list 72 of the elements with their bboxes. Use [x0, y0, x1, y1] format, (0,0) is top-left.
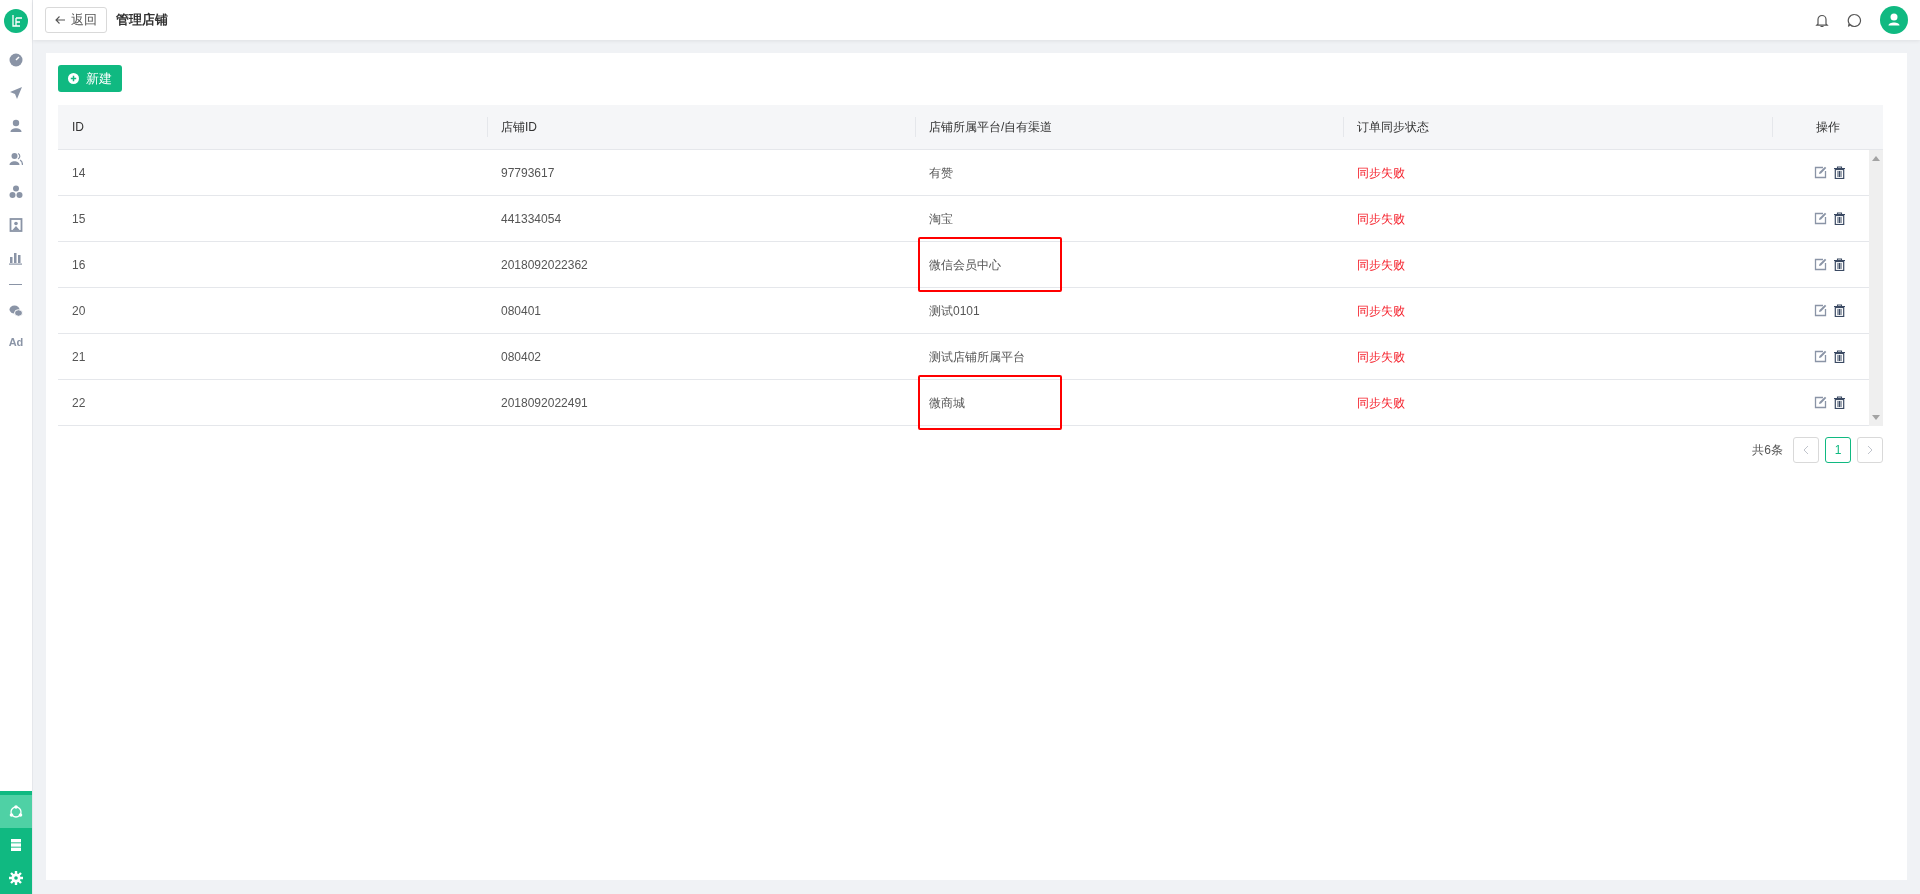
- table-cell-text: 080401: [501, 302, 542, 320]
- plus-circle-icon: [68, 73, 79, 84]
- trash-icon[interactable]: [1832, 350, 1846, 363]
- table-cell-text: 14: [72, 164, 86, 182]
- logo-icon[interactable]: [4, 9, 28, 33]
- sidebar-tab[interactable]: [0, 861, 32, 894]
- table-cell-text: 20: [72, 302, 86, 320]
- sidebar-item[interactable]: Ad: [8, 337, 24, 348]
- table-cell-text: 微信会员中心: [929, 256, 1001, 274]
- edit-icon[interactable]: [1813, 350, 1827, 363]
- page-title: 管理店铺: [116, 11, 168, 30]
- trash-icon[interactable]: [1832, 396, 1846, 409]
- trash-icon[interactable]: [1832, 258, 1846, 271]
- scroll-down-arrow-icon[interactable]: [1872, 415, 1880, 420]
- total-count: 共6条: [1752, 442, 1783, 459]
- avatar-icon[interactable]: [1880, 6, 1908, 34]
- status-text: 同步失败: [1357, 302, 1405, 320]
- sidebar-tab[interactable]: [0, 795, 32, 828]
- server-icon: [9, 837, 23, 852]
- table-cell-text: 有赞: [929, 164, 953, 182]
- table-cell-text: 2018092022491: [501, 394, 588, 412]
- status-text: 同步失败: [1357, 210, 1405, 228]
- edit-icon[interactable]: [1813, 396, 1827, 409]
- table-cell-text: 测试店铺所属平台: [929, 348, 1025, 366]
- table-cell-text: 16: [72, 256, 86, 274]
- status-text: 同步失败: [1357, 256, 1405, 274]
- bar-chart-icon[interactable]: [9, 251, 23, 265]
- scrollbar[interactable]: [1869, 150, 1883, 426]
- table-cell-text: 080402: [501, 348, 542, 366]
- edit-icon[interactable]: [1813, 166, 1827, 179]
- chevron-left-icon: [1803, 445, 1809, 455]
- table-cell-text: 97793617: [501, 164, 555, 182]
- trash-icon[interactable]: [1832, 212, 1846, 225]
- sidebar-tab[interactable]: [0, 828, 32, 861]
- dashboard-icon[interactable]: [9, 53, 23, 67]
- column-header: 店铺所属平台/自有渠道: [929, 119, 1053, 136]
- table-cell-text: 441334054: [501, 210, 562, 228]
- edit-icon[interactable]: [1813, 212, 1827, 225]
- table-cell-text: 测试0101: [929, 302, 980, 320]
- page-button[interactable]: 1: [1825, 437, 1851, 463]
- column-header: 操作: [1815, 119, 1840, 136]
- trash-icon[interactable]: [1832, 304, 1846, 317]
- status-text: 同步失败: [1357, 164, 1405, 182]
- chat-bubbles-icon[interactable]: [9, 304, 23, 318]
- chat-icon[interactable]: [1847, 12, 1862, 28]
- trash-icon[interactable]: [1832, 166, 1846, 179]
- table-cell-text: 2018092022362: [501, 256, 588, 274]
- column-header: 店铺ID: [501, 119, 537, 136]
- edit-icon[interactable]: [1813, 304, 1827, 317]
- users-icon[interactable]: [9, 152, 23, 166]
- back-button[interactable]: 返回: [45, 7, 107, 33]
- new-button[interactable]: 新建: [58, 65, 122, 92]
- column-header: ID: [72, 119, 84, 136]
- table-cell-text: 21: [72, 348, 86, 366]
- chevron-right-icon: [1867, 445, 1873, 455]
- table-cell-text: 微商城: [929, 394, 965, 412]
- badge-icon[interactable]: [9, 218, 23, 232]
- status-text: 同步失败: [1357, 394, 1405, 412]
- column-header: 订单同步状态: [1357, 119, 1429, 136]
- settings-icon: [9, 870, 23, 885]
- user-icon[interactable]: [9, 119, 23, 133]
- scroll-up-arrow-icon[interactable]: [1872, 156, 1880, 161]
- status-text: 同步失败: [1357, 348, 1405, 366]
- table-cell-text: 淘宝: [929, 210, 953, 228]
- cluster-icon[interactable]: [9, 185, 23, 199]
- back-arrow-icon: [55, 15, 65, 25]
- bell-icon[interactable]: [1815, 12, 1829, 28]
- send-icon[interactable]: [9, 86, 23, 100]
- table-cell-text: 15: [72, 210, 86, 228]
- table-cell-text: 22: [72, 394, 86, 412]
- edit-icon[interactable]: [1813, 258, 1827, 271]
- network-icon: [9, 804, 23, 819]
